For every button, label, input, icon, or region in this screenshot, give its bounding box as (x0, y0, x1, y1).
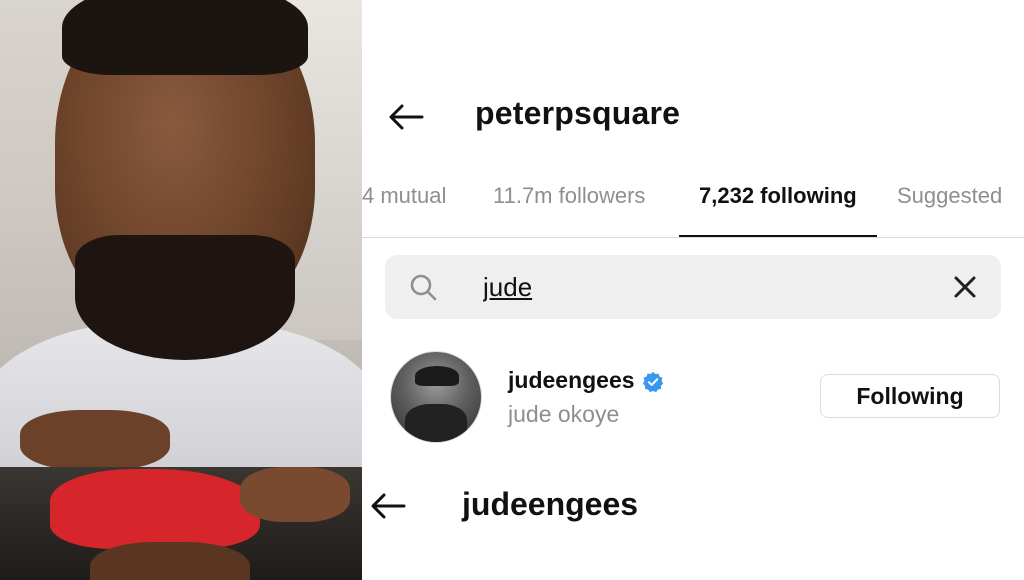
profile-screen-2: judeengees (362, 467, 1024, 580)
list-item[interactable]: judeengees jude okoye Following (362, 343, 1024, 443)
following-button[interactable]: Following (820, 374, 1000, 418)
result-handle[interactable]: judeengees (508, 367, 635, 394)
photo-portrait-bottom (0, 467, 362, 580)
profile-username: judeengees (462, 486, 639, 522)
active-tab-indicator (679, 235, 877, 237)
profile-username: peterpsquare (475, 95, 681, 131)
search-icon (410, 274, 437, 301)
photo-portrait-top (0, 0, 362, 467)
following-screen: peterpsquare 4 mutual 11.7m followers 7,… (362, 93, 1024, 467)
back-arrow-icon[interactable] (368, 486, 408, 526)
search-input[interactable] (483, 269, 923, 305)
close-icon[interactable] (951, 273, 979, 301)
back-arrow-icon[interactable] (386, 97, 426, 137)
search-bar (385, 255, 1001, 319)
tab-mutual[interactable]: 4 mutual (362, 183, 446, 209)
tab-followers[interactable]: 11.7m followers (493, 183, 645, 209)
result-full-name: jude okoye (508, 401, 620, 427)
tab-bar: 4 mutual 11.7m followers 7,232 following… (362, 175, 1024, 238)
profile-header: peterpsquare (362, 93, 1024, 143)
tab-following[interactable]: 7,232 following (699, 183, 857, 209)
verified-badge-icon (642, 371, 664, 393)
tab-suggested[interactable]: Suggested (897, 183, 1002, 209)
avatar[interactable] (390, 351, 482, 443)
